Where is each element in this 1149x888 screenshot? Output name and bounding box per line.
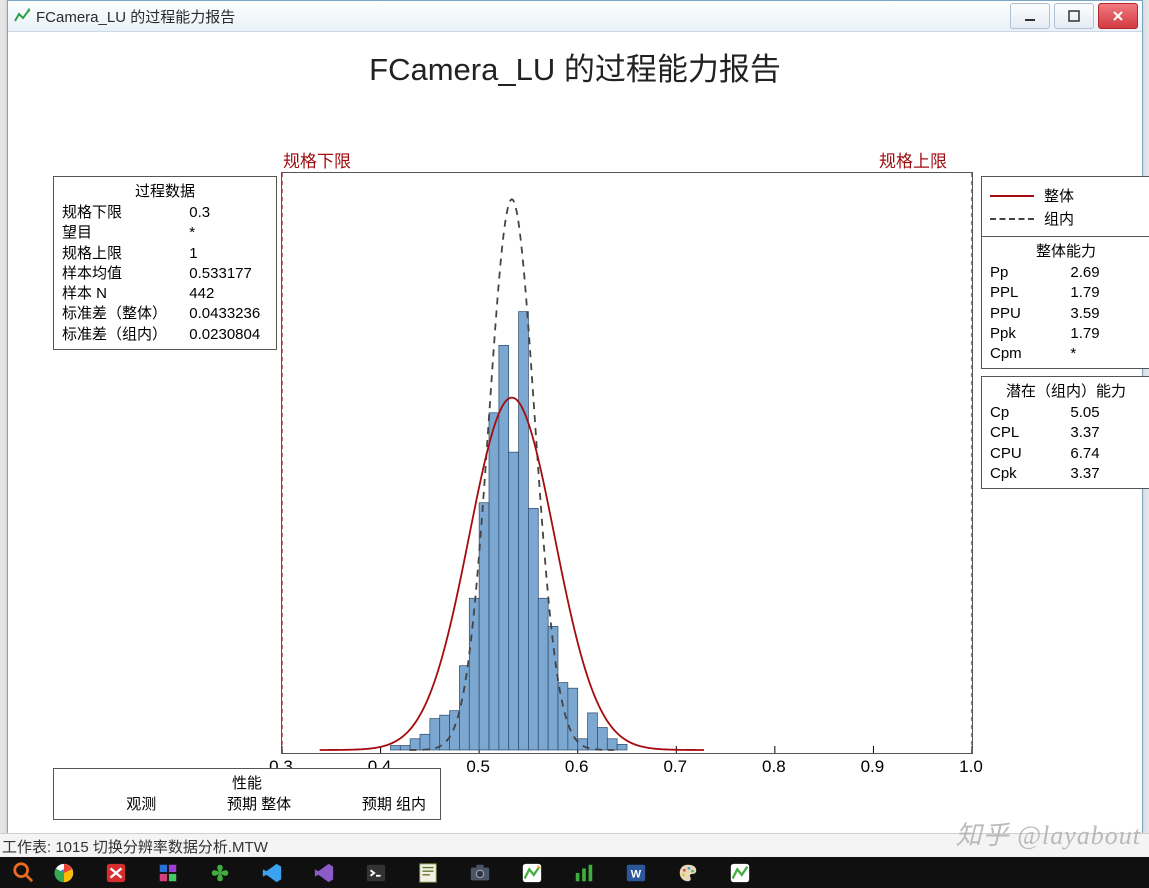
x-tick-label: 0.6 [565,757,589,777]
app-window: FCamera_LU 的过程能力报告 FCamera_LU 的过程能力报告 规格… [7,0,1143,834]
process-data-header: 过程数据 [60,180,270,201]
maximize-button[interactable] [1054,3,1094,29]
legend-within-line-icon [990,218,1034,220]
process-data-box: 过程数据 规格下限0.3 望目* 规格上限1 样本均值0.533177 样本 N… [53,176,277,350]
within-capability-header: 潜在（组内）能力 [988,380,1144,401]
taskbar: W [0,857,1149,888]
taskbar-word-icon[interactable]: W [610,857,662,888]
worksheet-bar: 工作表: 1015 切换分辨率数据分析.MTW [0,833,1149,858]
performance-header: 性能 [60,772,434,793]
legend-within-label: 组内 [1044,208,1074,229]
x-tick-label: 1.0 [959,757,983,777]
taskbar-paint-icon[interactable] [662,857,714,888]
x-tick-label: 0.5 [466,757,490,777]
capability-chart [281,172,973,754]
taskbar-chrome-icon[interactable] [38,857,90,888]
x-tick-label: 0.8 [762,757,786,777]
taskbar-app2-icon[interactable] [714,857,766,888]
overall-capability-box: 整体能力 Pp2.69 PPL1.79 PPU3.59 Ppk1.79 Cpm* [981,236,1149,369]
x-tick-label: 0.7 [663,757,687,777]
usl-label: 规格上限 [879,147,947,172]
report-title: FCamera_LU 的过程能力报告 [8,44,1142,89]
minimize-button[interactable] [1010,3,1050,29]
app-icon [14,8,30,24]
performance-box: 性能 观测 预期 整体 预期 组内 [53,768,441,820]
taskbar-terminal-icon[interactable] [350,857,402,888]
taskbar-vscode-icon[interactable] [246,857,298,888]
report-content: FCamera_LU 的过程能力报告 规格下限 规格上限 过程数据 规格下限0.… [8,32,1142,833]
search-icon[interactable] [12,861,34,888]
taskbar-minitab-icon[interactable] [506,857,558,888]
taskbar-app1-icon[interactable] [142,857,194,888]
taskbar-camera-icon[interactable] [454,857,506,888]
within-capability-box: 潜在（组内）能力 Cp5.05 CPL3.37 CPU6.74 Cpk3.37 [981,376,1149,489]
window-title: FCamera_LU 的过程能力报告 [36,6,235,27]
x-tick-label: 0.9 [861,757,885,777]
taskbar-xmind-icon[interactable] [90,857,142,888]
overall-capability-header: 整体能力 [988,240,1144,261]
legend-overall-label: 整体 [1044,185,1074,206]
legend-overall-line-icon [990,195,1034,197]
taskbar-visualstudio-icon[interactable] [298,857,350,888]
taskbar-clover-icon[interactable] [194,857,246,888]
close-button[interactable] [1098,3,1138,29]
taskbar-barchart-icon[interactable] [558,857,610,888]
worksheet-name: 工作表: 1015 切换分辨率数据分析.MTW [2,836,268,857]
lsl-label: 规格下限 [283,147,351,172]
chart-svg [282,173,972,753]
taskbar-notepadpp-icon[interactable] [402,857,454,888]
legend-box: 整体 组内 [981,176,1149,238]
titlebar: FCamera_LU 的过程能力报告 [8,1,1142,32]
svg-text:W: W [631,868,642,880]
